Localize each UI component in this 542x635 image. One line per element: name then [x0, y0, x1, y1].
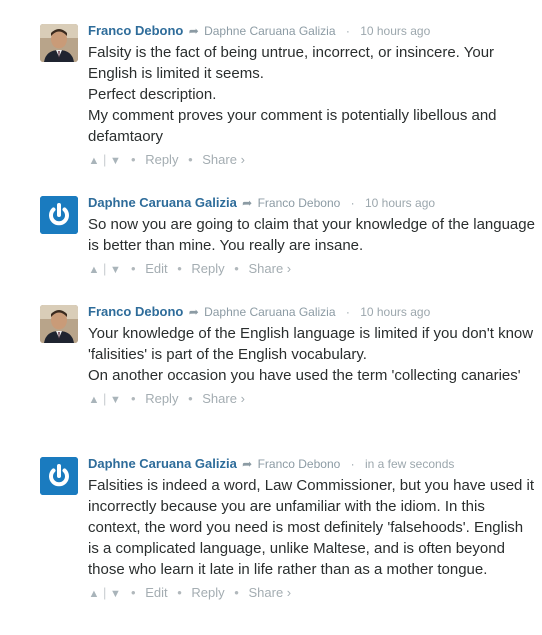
upvote-icon[interactable]: ▲: [88, 152, 100, 170]
avatar[interactable]: [40, 196, 78, 234]
vote-divider: |: [103, 391, 107, 406]
share-button[interactable]: Share ›: [202, 152, 245, 167]
power-logo-icon: [40, 196, 78, 234]
comment-meta: Daphne Caruana Galizia ➦ Franco Debono ·…: [88, 194, 538, 212]
author-name[interactable]: Daphne Caruana Galizia: [88, 195, 237, 210]
reply-to-name[interactable]: Daphne Caruana Galizia: [204, 305, 335, 319]
comment-footer: ▲ | ▼ • Edit • Reply • Share ›: [88, 260, 538, 279]
avatar[interactable]: [40, 305, 78, 343]
author-name[interactable]: Franco Debono: [88, 23, 183, 38]
share-button[interactable]: Share ›: [248, 261, 291, 276]
timestamp[interactable]: 10 hours ago: [365, 196, 435, 210]
comment-footer: ▲ | ▼ • Reply • Share ›: [88, 151, 538, 170]
upvote-icon[interactable]: ▲: [88, 261, 100, 279]
vote-divider: |: [103, 261, 107, 276]
share-button[interactable]: Share ›: [202, 391, 245, 406]
separator-dot: •: [131, 391, 136, 406]
comment-body: Daphne Caruana Galizia ➦ Franco Debono ·…: [88, 194, 538, 279]
user-photo-icon: [40, 305, 78, 343]
downvote-icon[interactable]: ▼: [109, 152, 121, 170]
comment-paragraph: My comment proves your comment is potent…: [88, 107, 497, 145]
separator-dot: ·: [350, 196, 355, 210]
separator-dot: •: [177, 585, 182, 600]
comment-body: Daphne Caruana Galizia ➦ Franco Debono ·…: [88, 455, 538, 603]
reply-to-name[interactable]: Daphne Caruana Galizia: [204, 24, 335, 38]
upvote-icon[interactable]: ▲: [88, 585, 100, 603]
author-name[interactable]: Daphne Caruana Galizia: [88, 456, 237, 471]
separator-dot: ·: [350, 457, 355, 471]
upvote-icon[interactable]: ▲: [88, 391, 100, 409]
comment-paragraph: Falsity is the fact of being untrue, inc…: [88, 44, 495, 82]
separator-dot: ·: [345, 24, 350, 38]
comment-body: Franco Debono ➦ Daphne Caruana Galizia ·…: [88, 22, 538, 170]
comment-meta: Franco Debono ➦ Daphne Caruana Galizia ·…: [88, 303, 538, 321]
timestamp[interactable]: 10 hours ago: [360, 305, 430, 319]
separator-dot: •: [131, 152, 136, 167]
reply-to-name[interactable]: Franco Debono: [258, 196, 341, 210]
separator-dot: •: [131, 585, 136, 600]
reply-button[interactable]: Reply: [191, 261, 224, 276]
avatar[interactable]: [40, 24, 78, 62]
timestamp[interactable]: 10 hours ago: [360, 24, 430, 38]
comment-paragraph: Your knowledge of the English language i…: [88, 325, 534, 363]
vote-divider: |: [103, 585, 107, 600]
avatar[interactable]: [40, 457, 78, 495]
reply-button[interactable]: Reply: [145, 391, 178, 406]
reply-arrow-icon: ➦: [242, 457, 253, 471]
author-name[interactable]: Franco Debono: [88, 304, 183, 319]
comment-text: Falsities is indeed a word, Law Commissi…: [88, 475, 538, 580]
downvote-icon[interactable]: ▼: [109, 585, 121, 603]
reply-to-name[interactable]: Franco Debono: [258, 457, 341, 471]
separator-dot: •: [234, 585, 239, 600]
comment-paragraph: Perfect description.: [88, 86, 217, 103]
separator-dot: •: [188, 391, 193, 406]
separator-dot: •: [188, 152, 193, 167]
reply-arrow-icon: ➦: [242, 196, 253, 210]
comment-meta: Franco Debono ➦ Daphne Caruana Galizia ·…: [88, 22, 538, 40]
reply-button[interactable]: Reply: [145, 152, 178, 167]
comment-paragraph: Falsities is indeed a word, Law Commissi…: [88, 477, 535, 578]
comment-text: So now you are going to claim that your …: [88, 214, 538, 256]
downvote-icon[interactable]: ▼: [109, 261, 121, 279]
downvote-icon[interactable]: ▼: [109, 391, 121, 409]
reply-arrow-icon: ➦: [188, 24, 199, 38]
comment-footer: ▲ | ▼ • Reply • Share ›: [88, 390, 538, 409]
comment-footer: ▲ | ▼ • Edit • Reply • Share ›: [88, 584, 538, 603]
comment-text: Falsity is the fact of being untrue, inc…: [88, 42, 538, 147]
comment-meta: Daphne Caruana Galizia ➦ Franco Debono ·…: [88, 455, 538, 473]
separator-dot: •: [177, 261, 182, 276]
comment-text: Your knowledge of the English language i…: [88, 323, 538, 386]
user-photo-icon: [40, 24, 78, 62]
reply-arrow-icon: ➦: [188, 305, 199, 319]
edit-button[interactable]: Edit: [145, 261, 167, 276]
vote-divider: |: [103, 152, 107, 167]
comment-body: Franco Debono ➦ Daphne Caruana Galizia ·…: [88, 303, 538, 409]
power-logo-icon: [40, 457, 78, 495]
share-button[interactable]: Share ›: [248, 585, 291, 600]
timestamp[interactable]: in a few seconds: [365, 457, 454, 471]
reply-button[interactable]: Reply: [191, 585, 224, 600]
separator-dot: ·: [345, 305, 350, 319]
separator-dot: •: [131, 261, 136, 276]
separator-dot: •: [234, 261, 239, 276]
comment-paragraph: On another occasion you have used the te…: [88, 367, 521, 384]
comment-paragraph: So now you are going to claim that your …: [88, 216, 535, 254]
edit-button[interactable]: Edit: [145, 585, 167, 600]
